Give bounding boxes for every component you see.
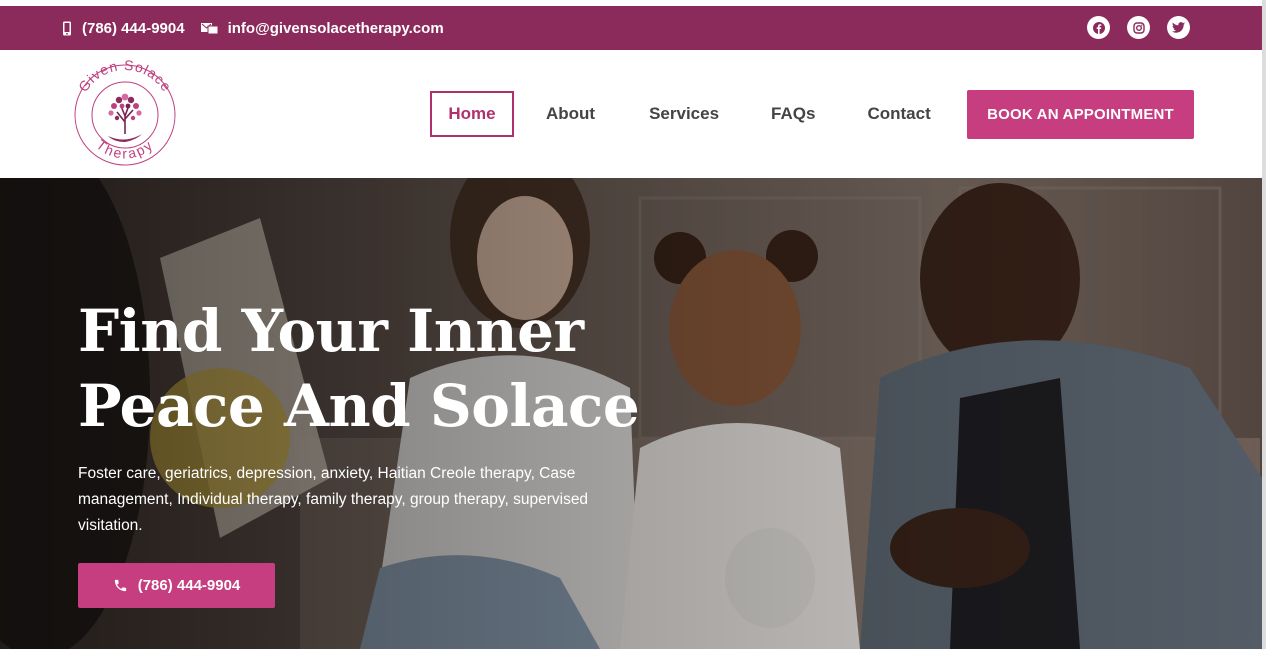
svg-text:Given Solace: Given Solace [75,57,175,95]
facebook-icon[interactable] [1087,16,1110,39]
logo-text-top: Given Solace [75,57,174,95]
email-address: info@givensolacetherapy.com [227,19,444,37]
instagram-icon[interactable] [1127,16,1150,39]
nav-about[interactable]: About [546,91,595,137]
email-icon [200,23,218,35]
hero-title: Find Your Inner Peace And Solace [78,294,678,444]
logo[interactable]: Given Solace Therapy [66,56,184,174]
hero-call-button[interactable]: (786) 444-9904 [78,563,275,608]
hero-section: Find Your Inner Peace And Solace Foster … [0,178,1262,649]
contact-info: (786) 444-9904 info@givensolacetherapy.c… [62,6,460,50]
mobile-phone-icon [63,21,71,35]
book-appointment-button[interactable]: BOOK AN APPOINTMENT [967,90,1194,139]
nav-faqs[interactable]: FAQs [771,91,815,137]
scrollbar[interactable] [1262,0,1266,649]
hero-title-line-2: Peace And Solace [78,372,640,440]
hero-title-line-1: Find Your Inner [78,297,584,365]
nav-services[interactable]: Services [649,91,719,137]
tree-icon [108,93,142,142]
email-link[interactable]: info@givensolacetherapy.com [200,19,444,37]
twitter-icon[interactable] [1167,16,1190,39]
phone-icon [114,579,126,592]
nav-contact[interactable]: Contact [867,91,930,137]
phone-link[interactable]: (786) 444-9904 [62,20,185,37]
nav-home[interactable]: Home [430,91,514,137]
phone-number: (786) 444-9904 [82,19,185,37]
social-links [1087,16,1190,39]
site-header: Given Solace Therapy Home About Services… [0,50,1262,178]
hero-description: Foster care, geriatrics, depression, anx… [78,465,589,534]
main-nav: Home About Services FAQs Contact [430,91,931,137]
top-bar: (786) 444-9904 info@givensolacetherapy.c… [0,6,1262,50]
hero-call-label: (786) 444-9904 [137,577,241,594]
